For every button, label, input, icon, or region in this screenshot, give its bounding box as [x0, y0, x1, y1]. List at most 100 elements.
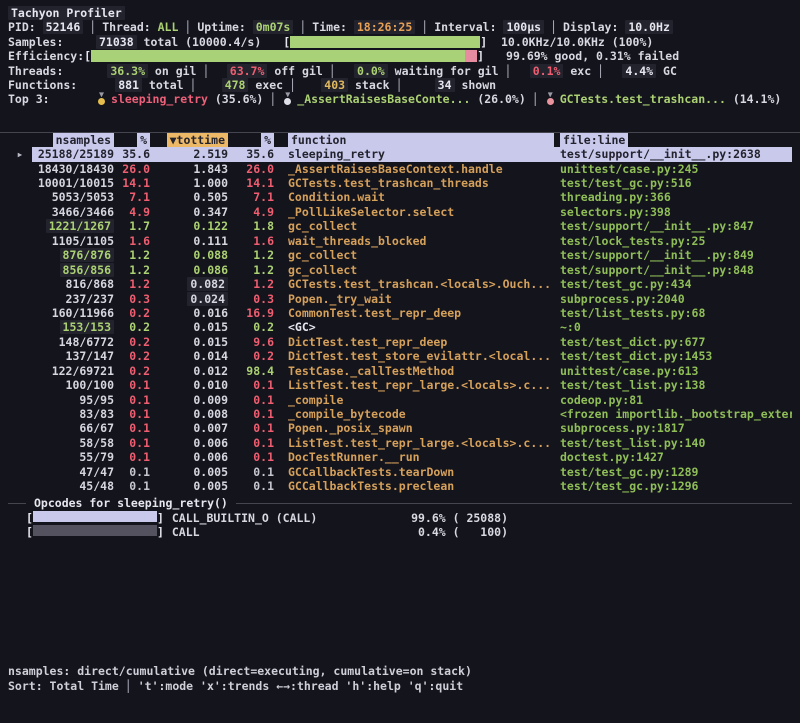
function-name: Popen._try_wait — [274, 292, 554, 306]
tottime-value: 0.505 — [193, 190, 228, 204]
functions-exec-label: exec — [248, 78, 283, 92]
functions-total-label: total — [142, 78, 184, 92]
top3-function[interactable]: GCTests.test_trashcan... — [560, 92, 726, 106]
uptime-label: Uptime: — [197, 20, 245, 34]
table-row[interactable]: 856/856 1.2 0.086 1.2 gc_collect test/su… — [8, 263, 792, 277]
table-row[interactable]: 137/147 0.2 0.014 0.2 DictTest.test_stor… — [8, 349, 792, 363]
tottime-value: 0.005 — [193, 465, 228, 479]
cumulative-percent-value: 0.1 — [228, 378, 274, 392]
tottime-value: 0.111 — [193, 234, 228, 248]
table-row[interactable]: 58/58 0.1 0.006 0.1 ListTest.test_repr_l… — [8, 436, 792, 450]
table-row[interactable]: 237/237 0.3 0.024 0.3 Popen._try_wait su… — [8, 292, 792, 306]
nsamples-value: 58/58 — [79, 436, 114, 450]
opcodes-title: Opcodes for sleeping_retry() — [26, 496, 236, 510]
cumulative-percent-value: 0.1 — [228, 436, 274, 450]
top2-function[interactable]: _AssertRaisesBaseConte... — [297, 92, 470, 106]
direct-percent-value: 4.9 — [114, 205, 150, 219]
tottime-value: 0.082 — [187, 277, 228, 291]
separator: │ — [263, 92, 282, 106]
separator: │ — [323, 64, 342, 78]
table-row[interactable]: 10001/10015 14.1 1.000 14.1 GCTests.test… — [8, 176, 792, 190]
table-row[interactable]: ▸ 25188/25189 35.6 2.519 35.6 sleeping_r… — [8, 147, 792, 161]
sort-help-line: Sort: Total Time│'t':mode 'x':trends ←→:… — [8, 679, 472, 694]
direct-percent-value: 1.7 — [114, 219, 150, 233]
status-line: PID: 52146│Thread: ALL│Uptime: 0m07s│Tim… — [8, 20, 792, 34]
tottime-value: 0.347 — [193, 205, 228, 219]
direct-percent-value: 0.3 — [114, 292, 150, 306]
table-row[interactable]: 1221/1267 1.7 0.122 1.8 gc_collect test/… — [8, 219, 792, 233]
table-row[interactable]: 47/47 0.1 0.005 0.1 GCCallbackTests.tear… — [8, 465, 792, 479]
table-row[interactable]: 1105/1105 1.6 0.111 1.6 wait_threads_blo… — [8, 234, 792, 248]
header-nsamples[interactable]: nsamples — [53, 133, 114, 147]
table-row[interactable]: 148/6772 0.2 0.015 9.6 DictTest.test_rep… — [8, 335, 792, 349]
functions-line: Functions:881 total│478 exec│403 stack│3… — [8, 78, 792, 92]
opcode-percent: 99.6% ( 25088) — [411, 511, 508, 525]
table-row[interactable]: 18430/18430 26.0 1.843 26.0 _AssertRaise… — [8, 162, 792, 176]
table-row[interactable]: 45/48 0.1 0.005 0.1 GCCallbackTests.prec… — [8, 479, 792, 493]
function-name: DictTest.test_store_evilattr.<local... — [274, 349, 554, 363]
file-line: unittest/case.py:613 — [554, 364, 792, 378]
table-row[interactable]: 876/876 1.2 0.088 1.2 gc_collect test/su… — [8, 248, 792, 262]
file-line: test/support/__init__.py:848 — [554, 263, 792, 277]
direct-percent-value: 0.1 — [114, 465, 150, 479]
selected-row-marker — [8, 407, 32, 421]
opcodes-section-header: Opcodes for sleeping_retry() — [8, 497, 792, 511]
gc-percent: 4.4% — [622, 64, 656, 78]
function-name: _AssertRaisesBaseContext.handle — [274, 162, 554, 176]
efficiency-bar-failed — [465, 50, 477, 62]
table-row[interactable]: 83/83 0.1 0.008 0.1 _compile_bytecode <f… — [8, 407, 792, 421]
nsamples-value: 137/147 — [66, 349, 114, 363]
opcodes-divider-right — [236, 503, 792, 504]
nsamples-value: 83/83 — [79, 407, 114, 421]
top3-percent: (14.1%) — [733, 92, 781, 106]
table-row[interactable]: 122/69721 0.2 0.012 98.4 TestCase._callT… — [8, 364, 792, 378]
top1-function[interactable]: sleeping_retry — [111, 92, 208, 106]
file-line: test/test_gc.py:434 — [554, 277, 792, 291]
function-name: DocTestRunner.__run — [274, 450, 554, 464]
cumulative-percent-value: 26.0 — [228, 162, 274, 176]
direct-percent-value: 0.2 — [114, 320, 150, 334]
function-name: gc_collect — [274, 263, 554, 277]
file-line: test/support/__init__.py:849 — [554, 248, 792, 262]
header-file-line[interactable]: file:line — [560, 133, 628, 147]
selected-row-marker — [8, 277, 32, 291]
function-name: ListTest.test_repr_large.<locals>.c... — [274, 378, 554, 392]
header-direct-percent[interactable]: % — [137, 133, 150, 147]
header-function[interactable]: function — [288, 133, 554, 147]
table-row[interactable]: 5053/5053 7.1 0.505 7.1 Condition.wait t… — [8, 190, 792, 204]
function-name: GCCallbackTests.preclean — [274, 479, 554, 493]
top1-percent: (35.6%) — [215, 92, 263, 106]
bar-open-bracket: [ — [26, 511, 33, 525]
table-row[interactable]: 55/79 0.1 0.006 0.1 DocTestRunner.__run … — [8, 450, 792, 464]
tottime-value: 1.000 — [193, 176, 228, 190]
thread-value[interactable]: ALL — [158, 20, 179, 34]
selected-row-marker — [8, 205, 32, 219]
cumulative-percent-value: 98.4 — [228, 364, 274, 378]
cumulative-percent-value: 0.1 — [228, 421, 274, 435]
header-cumulative-percent[interactable]: % — [261, 133, 274, 147]
file-line: subprocess.py:2040 — [554, 292, 792, 306]
file-line: selectors.py:398 — [554, 205, 792, 219]
table-row[interactable]: 816/868 1.2 0.082 1.2 GCTests.test_trash… — [8, 277, 792, 291]
nsamples-value: 876/876 — [60, 248, 114, 262]
table-row[interactable]: 3466/3466 4.9 0.347 4.9 _PollLikeSelecto… — [8, 205, 792, 219]
selected-row-marker — [8, 335, 32, 349]
table-row[interactable]: 95/95 0.1 0.009 0.1 _compile codeop.py:8… — [8, 393, 792, 407]
file-line: test/lock_tests.py:25 — [554, 234, 792, 248]
opcode-name: CALL_BUILTIN_O (CALL) — [164, 511, 411, 525]
samples-total-rest: total (10000.4/s) — [137, 35, 262, 49]
table-row[interactable]: 153/153 0.2 0.015 0.2 <GC> ~:0 — [8, 320, 792, 334]
selected-row-marker — [8, 248, 32, 262]
table-row[interactable]: 66/67 0.1 0.007 0.1 Popen._posix_spawn s… — [8, 421, 792, 435]
table-row[interactable]: 100/100 0.1 0.010 0.1 ListTest.test_repr… — [8, 378, 792, 392]
function-name: gc_collect — [274, 248, 554, 262]
direct-percent-value: 0.2 — [114, 364, 150, 378]
selected-row-marker — [8, 234, 32, 248]
nsamples-value: 100/100 — [66, 378, 114, 392]
table-row[interactable]: 160/11966 0.2 0.016 16.9 CommonTest.test… — [8, 306, 792, 320]
file-line: test/test_gc.py:1296 — [554, 479, 792, 493]
selected-row-marker: ▸ — [8, 147, 32, 161]
header-tottime-sorted[interactable]: ▼tottime — [167, 133, 228, 147]
tottime-value: 0.005 — [193, 479, 228, 493]
selected-row-marker — [8, 190, 32, 204]
